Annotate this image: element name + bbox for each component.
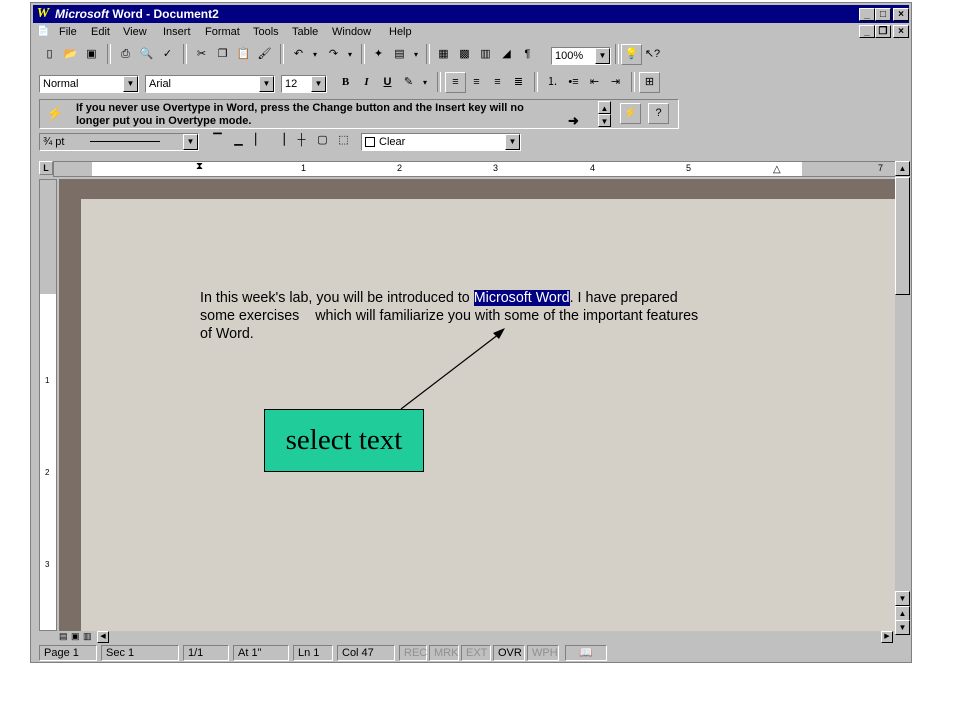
arrow-line	[400, 333, 500, 410]
select-text-callout: select text	[264, 409, 424, 472]
annotation-arrow	[400, 328, 505, 410]
